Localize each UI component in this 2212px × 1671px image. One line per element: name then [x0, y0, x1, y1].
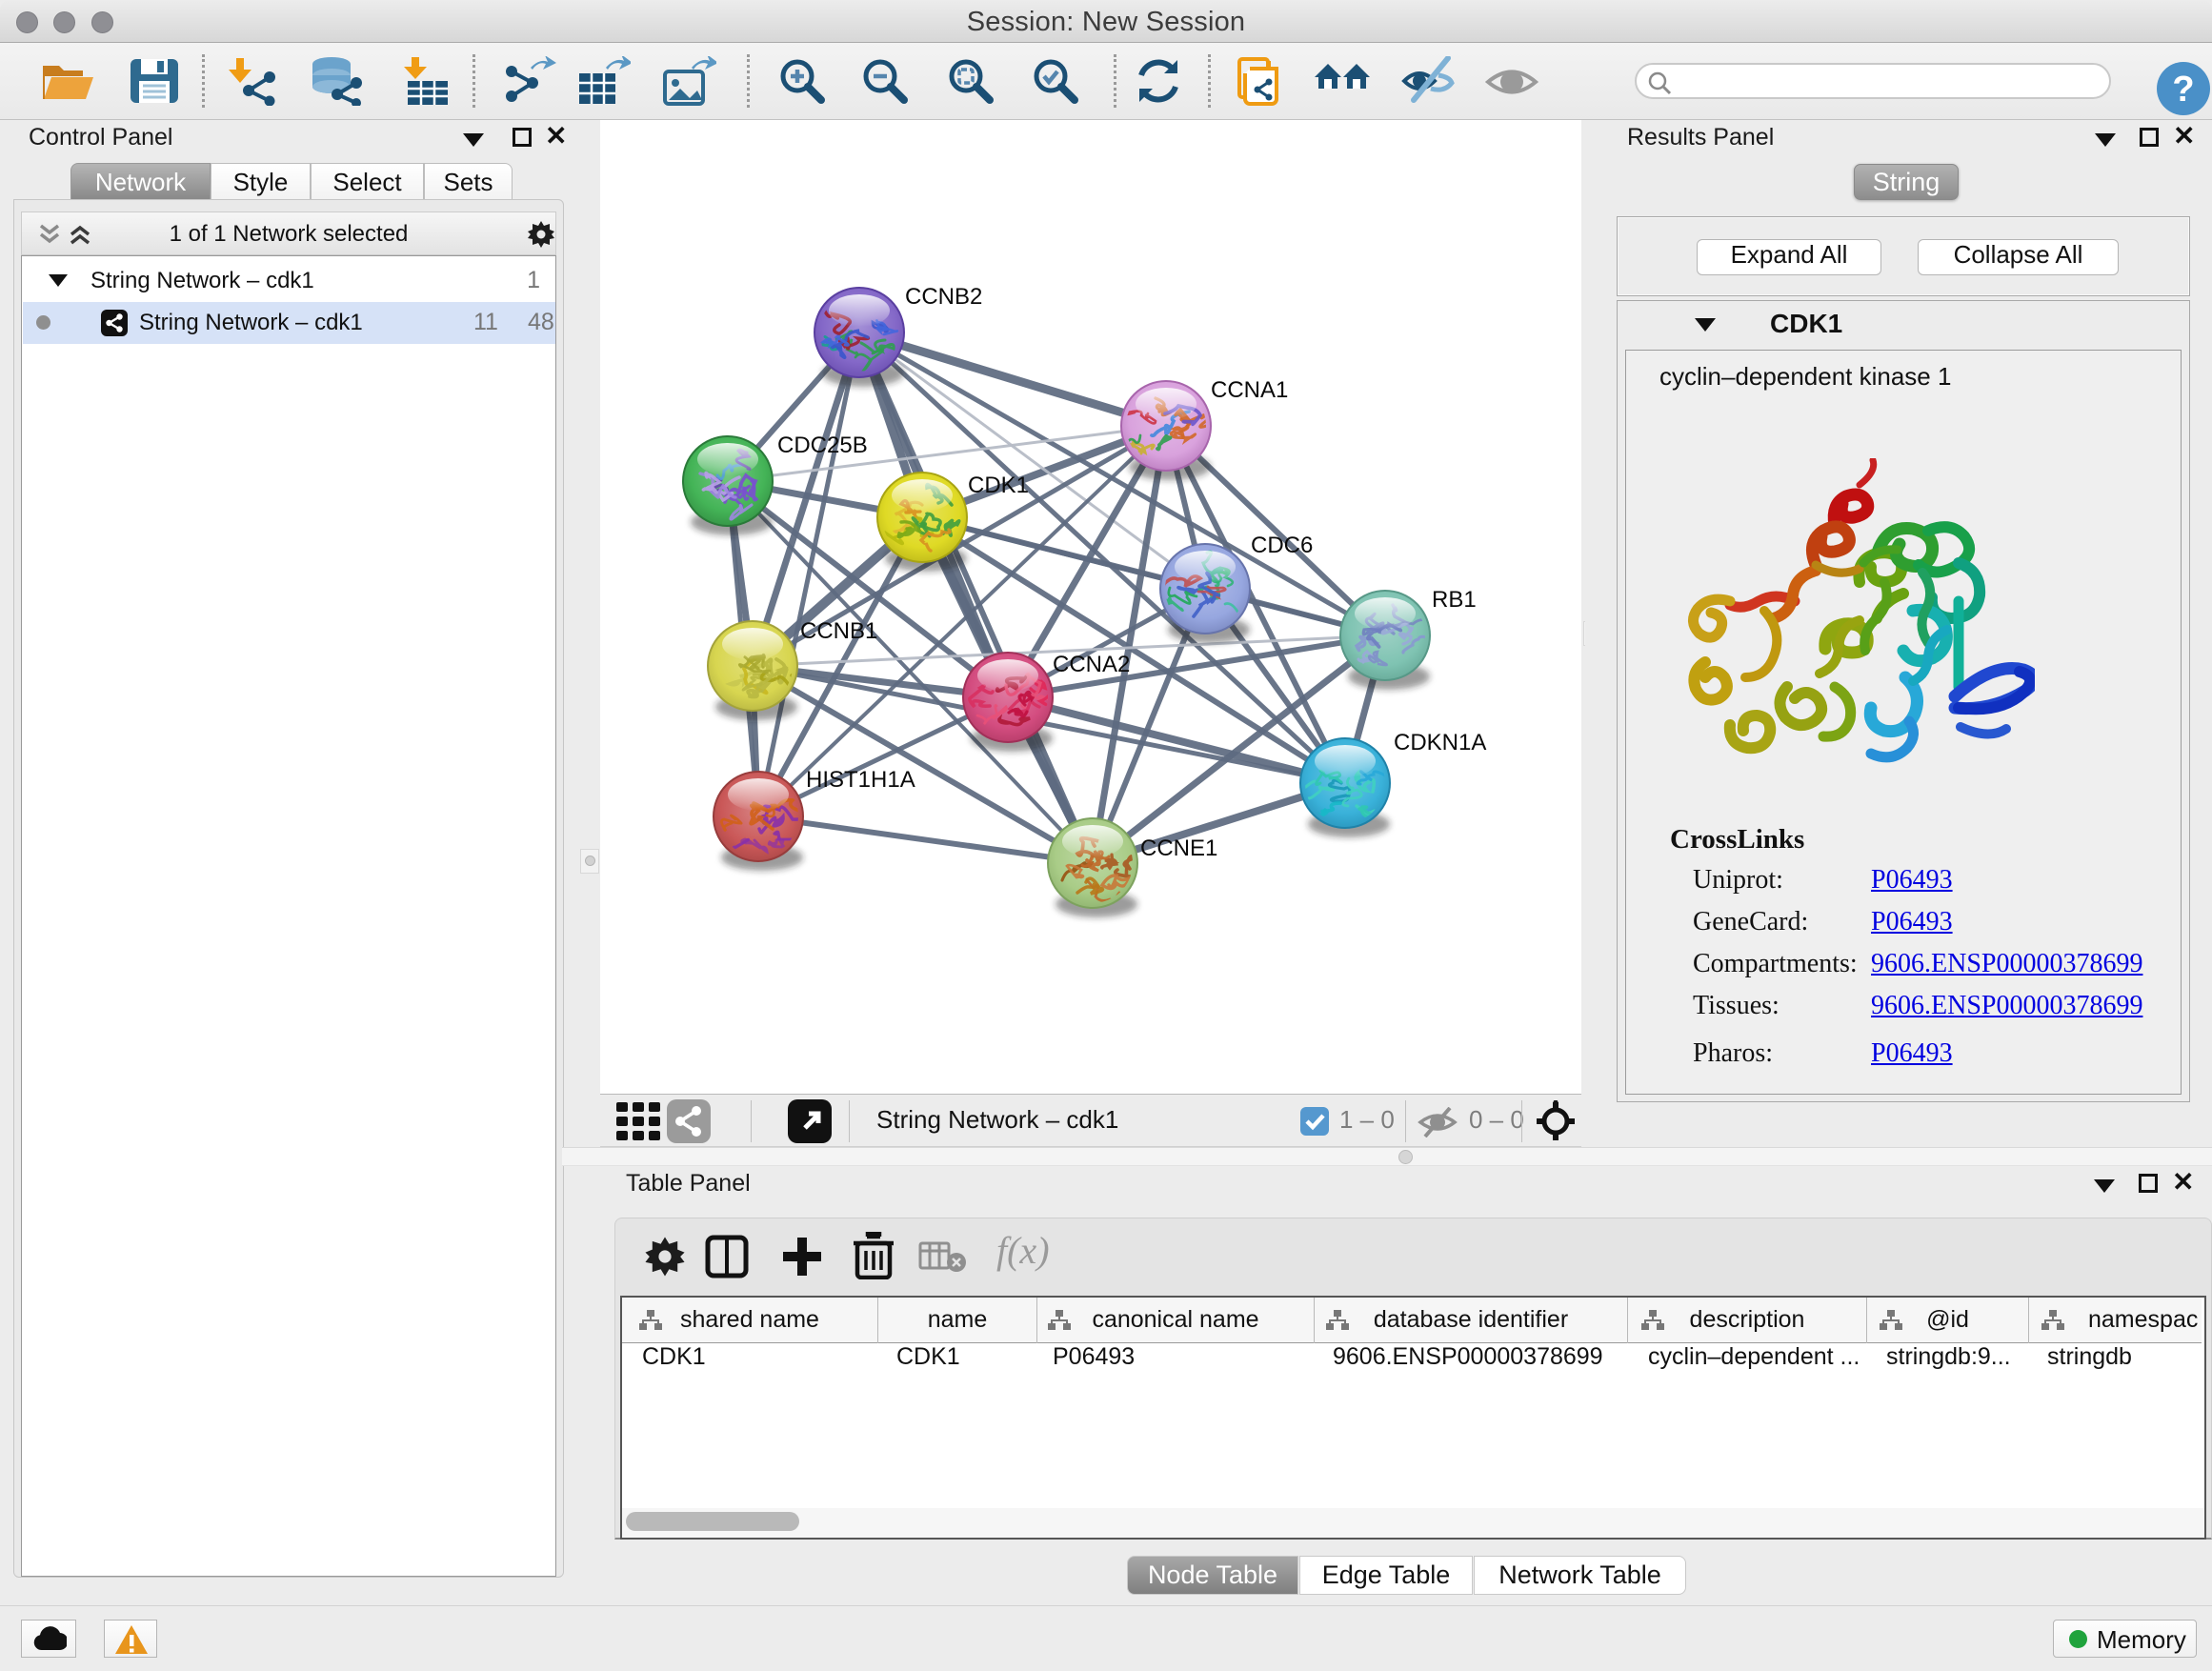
svg-text:?: ? [2172, 70, 2194, 110]
svg-text:CDKN1A: CDKN1A [1394, 730, 1486, 755]
svg-text:CDK1: CDK1 [968, 473, 1029, 498]
svg-text:CCNB1: CCNB1 [800, 618, 877, 644]
svg-text:CDC25B: CDC25B [777, 433, 868, 458]
svg-text:HIST1H1A: HIST1H1A [806, 767, 915, 793]
svg-text:CCNA2: CCNA2 [1053, 652, 1130, 677]
svg-text:CCNE1: CCNE1 [1140, 836, 1217, 861]
svg-text:CCNA1: CCNA1 [1211, 377, 1288, 403]
svg-text:RB1: RB1 [1432, 587, 1477, 613]
svg-text:CCNB2: CCNB2 [905, 284, 982, 310]
svg-text:CDC6: CDC6 [1251, 533, 1313, 558]
